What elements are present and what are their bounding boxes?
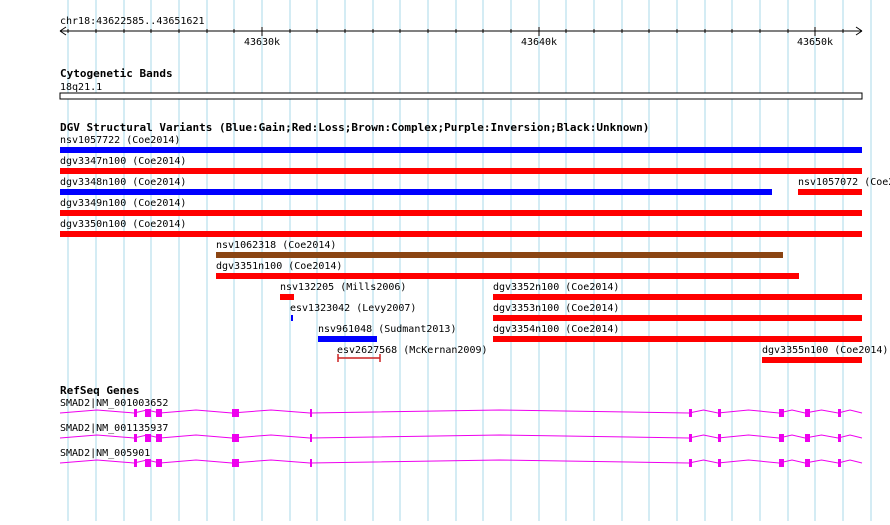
intron-line <box>59 434 863 439</box>
transcript-model[interactable] <box>59 459 863 467</box>
variant-label: dgv3348n100 (Coe2014) <box>60 177 186 188</box>
dgv-track: DGV Structural Variants (Blue:Gain;Red:L… <box>60 121 890 363</box>
variant-label: esv1323042 (Levy2007) <box>290 303 416 314</box>
variant-label: nsv1057072 (Coe2 <box>798 177 890 188</box>
variant-bar[interactable] <box>60 168 862 174</box>
exon-block <box>310 409 312 417</box>
exon-block <box>779 434 784 442</box>
exon-block <box>718 409 721 417</box>
intron-line <box>59 459 863 464</box>
exon-block <box>838 434 841 442</box>
variant-bar[interactable] <box>60 147 862 153</box>
refseq-track: RefSeq Genes SMAD2|NM_001003652 SMAD2|NM… <box>59 384 863 467</box>
variant-bar[interactable] <box>60 231 862 237</box>
ruler-tick-label: 43640k <box>521 37 557 48</box>
transcript-model[interactable] <box>59 434 863 442</box>
exon-block <box>145 409 151 417</box>
exon-block <box>718 459 721 467</box>
exon-block <box>134 434 137 442</box>
variant-label: dgv3350n100 (Coe2014) <box>60 219 186 230</box>
variant-label: nsv1057722 (Coe2014) <box>60 135 180 146</box>
exon-block <box>805 459 810 467</box>
variant-label: dgv3355n100 (Coe2014) <box>762 345 888 356</box>
exon-block <box>805 409 810 417</box>
variant-label: dgv3349n100 (Coe2014) <box>60 198 186 209</box>
exon-block <box>689 434 692 442</box>
variant-bar[interactable] <box>318 336 377 342</box>
exon-block <box>134 459 137 467</box>
locus-label: chr18:43622585..43651621 <box>60 16 205 27</box>
variant-label: dgv3353n100 (Coe2014) <box>493 303 619 314</box>
exon-block <box>689 459 692 467</box>
variant-label: nsv961048 (Sudmant2013) <box>318 324 456 335</box>
browser-canvas: chr18:43622585..43651621 43630k 43640k 4… <box>59 0 890 521</box>
transcript-label: SMAD2|NM_005901 <box>60 448 150 459</box>
transcript-label: SMAD2|NM_001003652 <box>60 398 168 409</box>
exon-block <box>156 459 162 467</box>
variant-label: dgv3352n100 (Coe2014) <box>493 282 619 293</box>
variant-bar[interactable] <box>280 294 294 300</box>
variant-bar[interactable] <box>762 357 862 363</box>
exon-block <box>145 434 151 442</box>
exon-block <box>145 459 151 467</box>
variant-label: dgv3354n100 (Coe2014) <box>493 324 619 335</box>
variant-label: dgv3351n100 (Coe2014) <box>216 261 342 272</box>
cytoband-track-title: Cytogenetic Bands <box>60 67 173 80</box>
intron-line <box>59 409 863 414</box>
exon-block <box>838 409 841 417</box>
exon-block <box>805 434 810 442</box>
cytoband-band[interactable] <box>59 92 863 100</box>
cytoband-label: 18q21.1 <box>60 82 102 93</box>
variant-bar[interactable] <box>291 315 293 321</box>
transcript-model[interactable] <box>59 409 863 417</box>
exon-block <box>838 459 841 467</box>
exon-block <box>134 409 137 417</box>
variant-bar[interactable] <box>798 189 862 195</box>
refseq-track-title: RefSeq Genes <box>60 384 139 397</box>
exon-block <box>232 434 239 442</box>
variant-bar[interactable] <box>216 273 799 279</box>
variant-bar[interactable] <box>493 336 862 342</box>
exon-block <box>689 409 692 417</box>
exon-block <box>310 459 312 467</box>
exon-block <box>232 409 239 417</box>
variant-bar[interactable] <box>493 315 862 321</box>
variant-bar[interactable] <box>60 210 862 216</box>
exon-block <box>310 434 312 442</box>
ruler-tick-label: 43650k <box>797 37 833 48</box>
exon-block <box>156 434 162 442</box>
ruler-tick-label: 43630k <box>244 37 280 48</box>
variant-label: nsv1062318 (Coe2014) <box>216 240 336 251</box>
exon-block <box>779 409 784 417</box>
variant-bar[interactable] <box>216 252 783 258</box>
exon-block <box>232 459 239 467</box>
variant-label: esv2627568 (McKernan2009) <box>337 345 488 356</box>
variant-label: dgv3347n100 (Coe2014) <box>60 156 186 167</box>
variant-bar[interactable] <box>60 189 772 195</box>
variant-label: nsv132205 (Mills2006) <box>280 282 406 293</box>
dgv-track-title: DGV Structural Variants (Blue:Gain;Red:L… <box>60 121 649 134</box>
exon-block <box>779 459 784 467</box>
ruler[interactable]: chr18:43622585..43651621 43630k 43640k 4… <box>59 16 863 48</box>
exon-block <box>718 434 721 442</box>
cytoband-track: Cytogenetic Bands 18q21.1 <box>59 67 863 100</box>
variant-bar[interactable] <box>493 294 862 300</box>
genome-browser: chr18:43622585..43651621 43630k 43640k 4… <box>0 0 890 521</box>
transcript-label: SMAD2|NM_001135937 <box>60 423 168 434</box>
gridlines <box>67 0 872 521</box>
exon-block <box>156 409 162 417</box>
